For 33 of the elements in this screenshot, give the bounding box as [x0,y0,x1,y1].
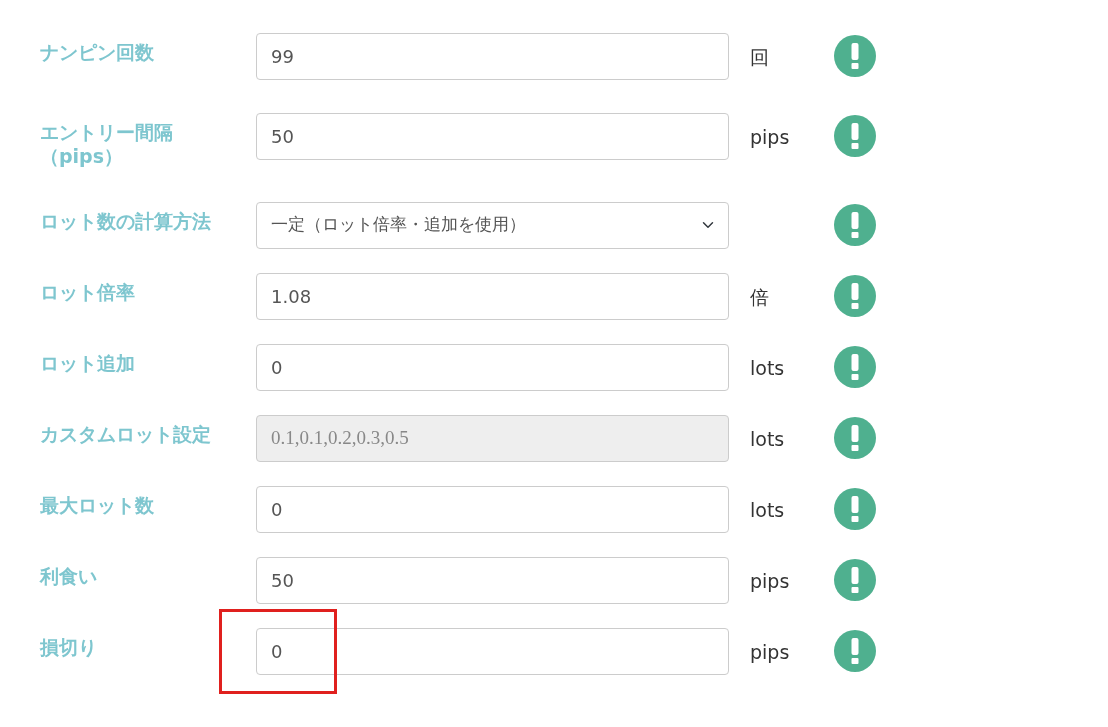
unit-label: lots [750,498,785,521]
info-icon[interactable] [833,202,877,247]
info-icon[interactable] [833,34,877,78]
input-field[interactable]: 50 [256,556,729,604]
unit-label: lots [750,427,785,450]
input-field[interactable]: 0 [256,627,729,675]
field-label: 最大ロット数 [40,492,155,518]
field-label: 損切り [40,634,98,660]
dropdown[interactable]: 一定（ロット倍率・追加を使用） [256,201,729,249]
info-icon[interactable] [833,344,877,389]
unit-label: lots [750,356,785,379]
field-label: エントリー間隔（pips） [40,120,174,169]
field-label: 利食い [40,563,98,589]
input-field[interactable]: 99 [256,33,729,80]
unit-label: 回 [750,46,769,68]
info-icon[interactable] [833,628,877,673]
input-field[interactable]: 1.08 [256,272,729,320]
info-icon[interactable] [833,486,877,531]
input-field[interactable]: 50 [256,113,729,160]
field-label: ロット数の計算方法 [40,208,212,234]
unit-label: pips [750,126,790,148]
field-label: ロット倍率 [40,279,136,305]
info-icon[interactable] [833,273,877,318]
info-icon[interactable] [833,114,877,158]
unit-label: 倍 [750,285,769,308]
field-label: ナンピン回数 [40,40,155,65]
unit-label: pips [750,569,790,592]
info-icon[interactable] [833,557,877,602]
field-label: ロット追加 [40,350,136,376]
input-field[interactable]: 0 [256,485,729,533]
unit-label: pips [750,640,790,663]
input-field[interactable]: 0 [256,343,729,391]
field-label: カスタムロット設定 [40,421,212,447]
